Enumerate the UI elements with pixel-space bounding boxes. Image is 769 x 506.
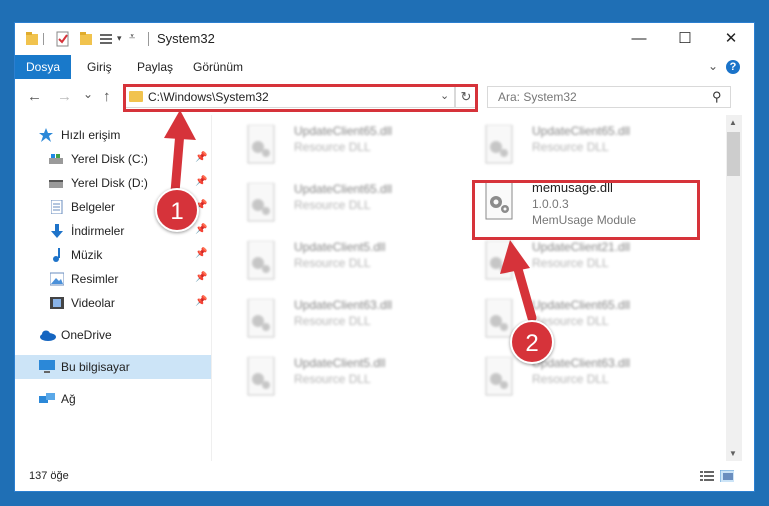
step-1-badge: 1 (155, 188, 199, 232)
arrow-2 (500, 240, 537, 323)
step-2-badge: 2 (510, 320, 554, 364)
arrow-1 (164, 110, 196, 197)
annotation-arrows (164, 110, 537, 323)
